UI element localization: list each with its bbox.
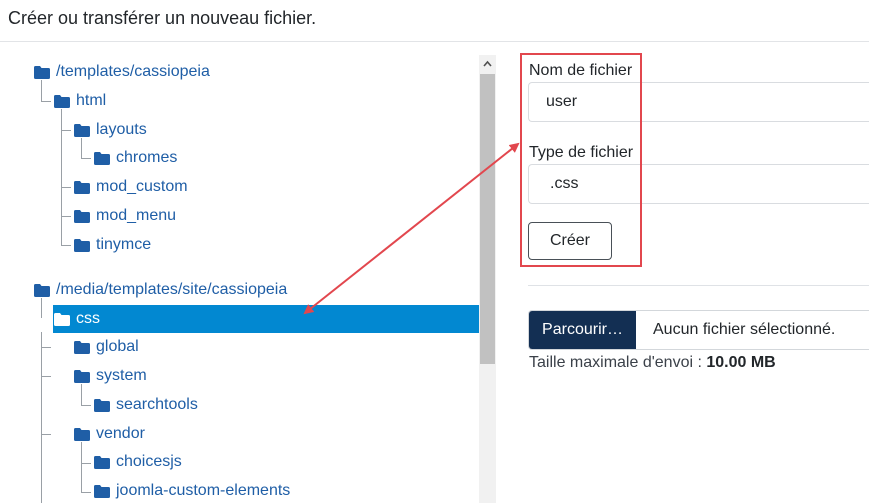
folder-icon	[94, 455, 110, 469]
tree-item-label: mod_menu	[96, 207, 177, 224]
filename-label: Nom de fichier	[529, 62, 633, 79]
tree-item-css-selected[interactable]: css	[53, 305, 479, 333]
no-file-text: Aucun fichier sélectionné.	[653, 321, 836, 338]
filetype-value: .css	[550, 175, 579, 192]
folder-icon	[74, 340, 90, 354]
tree-item-global[interactable]: global	[74, 334, 139, 360]
tree-guide	[41, 347, 51, 348]
tree-item-label: global	[96, 338, 139, 355]
folder-icon	[74, 238, 90, 252]
folder-icon	[74, 369, 90, 383]
tree-item-label: layouts	[96, 121, 147, 138]
tree-item-system[interactable]: system	[74, 363, 147, 389]
filename-value: user	[546, 93, 578, 110]
folder-icon	[74, 180, 90, 194]
max-upload-size: Taille maximale d'envoi : 10.00 MB	[529, 354, 776, 372]
folder-open-icon	[54, 312, 70, 326]
tree-item-tinymce[interactable]: tinymce	[74, 232, 151, 258]
max-size-value: 10.00 MB	[706, 354, 776, 371]
folder-icon	[74, 123, 90, 137]
tree-item-html[interactable]: html	[54, 88, 106, 114]
tree-item-label: choicesjs	[116, 453, 182, 470]
scrollbar-thumb[interactable]	[480, 74, 495, 364]
tree-guide	[81, 158, 91, 159]
folder-icon	[34, 65, 50, 79]
folder-icon	[74, 427, 90, 441]
tree-guide	[41, 434, 51, 435]
max-size-label: Taille maximale d'envoi :	[529, 354, 707, 371]
folder-icon	[54, 94, 70, 108]
tree-guide	[81, 405, 91, 406]
tree-item-label: joomla-custom-elements	[116, 482, 291, 499]
scroll-up-button[interactable]	[479, 55, 496, 73]
tree-item-label: /media/templates/site/cassiopeia	[56, 281, 288, 298]
tree-item-label: css	[76, 310, 100, 327]
tree-item-choicesjs[interactable]: choicesjs	[94, 449, 182, 475]
folder-icon	[94, 484, 110, 498]
tree-guide	[41, 332, 42, 503]
tree-item-label: searchtools	[116, 396, 198, 413]
tree-item-media-templates-site-cassiopeia[interactable]: /media/templates/site/cassiopeia	[34, 277, 287, 303]
tree-item-label: html	[76, 92, 107, 109]
folder-icon	[74, 209, 90, 223]
tree-item-templates-cassiopeia[interactable]: /templates/cassiopeia	[34, 59, 210, 85]
filetype-label: Type de fichier	[529, 144, 634, 161]
tree-guide	[61, 216, 71, 217]
tree-guide	[61, 245, 71, 246]
filename-input[interactable]: user	[528, 82, 869, 122]
tree-item-joomla-custom-elements[interactable]: joomla-custom-elements	[94, 478, 290, 503]
tree-guide	[81, 463, 91, 464]
tree-item-label: /templates/cassiopeia	[56, 63, 210, 80]
tree-item-label: tinymce	[96, 236, 152, 253]
tree-item-chromes[interactable]: chromes	[94, 145, 177, 171]
tree-item-searchtools[interactable]: searchtools	[94, 392, 198, 418]
folder-icon	[94, 398, 110, 412]
file-upload-input[interactable]: Parcourir… Aucun fichier sélectionné.	[528, 310, 869, 350]
tree-item-label: vendor	[96, 425, 145, 442]
folder-icon	[94, 151, 110, 165]
folder-tree: /templates/cassiopeia html layouts chrom…	[0, 42, 496, 503]
filetype-select[interactable]: .css	[528, 164, 869, 204]
tree-item-vendor[interactable]: vendor	[74, 421, 145, 447]
tree-guide	[81, 492, 91, 493]
tree-guide	[61, 130, 71, 131]
tree-guide	[41, 101, 51, 102]
tree-item-label: system	[96, 367, 147, 384]
tree-guide	[81, 442, 82, 492]
tree-item-mod-custom[interactable]: mod_custom	[74, 174, 188, 200]
tree-item-layouts[interactable]: layouts	[74, 117, 147, 143]
folder-icon	[34, 283, 50, 297]
divider	[528, 285, 869, 286]
tree-item-mod-menu[interactable]: mod_menu	[74, 203, 176, 229]
tree-guide	[61, 187, 71, 188]
tree-item-label: mod_custom	[96, 178, 188, 195]
tree-item-label: chromes	[116, 149, 178, 166]
chevron-up-icon	[483, 60, 492, 67]
create-button[interactable]: Créer	[528, 222, 612, 260]
tree-guide	[41, 376, 51, 377]
browse-button[interactable]: Parcourir…	[529, 311, 636, 349]
page-title: Créer ou transférer un nouveau fichier.	[8, 8, 317, 28]
